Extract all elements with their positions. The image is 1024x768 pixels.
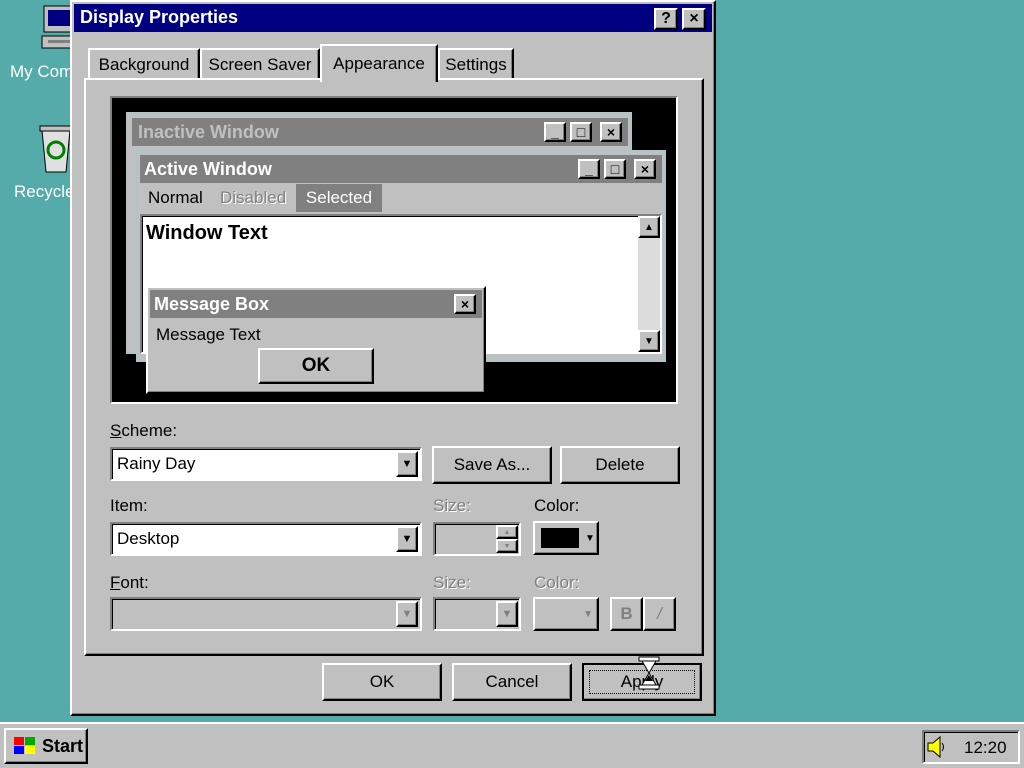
preview-scroll-down-icon: ▼ — [638, 330, 660, 352]
preview-inactive-title: Inactive Window — [138, 121, 279, 142]
taskbar-clock[interactable]: 12:20 — [964, 738, 1007, 758]
bold-button: B — [610, 597, 643, 631]
item-color-button[interactable]: ▼ — [533, 521, 599, 555]
item-color-label: Color: — [534, 496, 580, 515]
start-button[interactable]: Start — [4, 728, 88, 764]
preview-message-box-titlebar: Message Box — [150, 290, 482, 318]
item-label: Item: — [110, 496, 148, 515]
preview-message-box-title: Message Box — [154, 293, 270, 314]
help-button[interactable]: ? — [654, 8, 678, 30]
preview-menu-disabled: Disabled — [220, 188, 287, 207]
font-size-label: Size: — [433, 573, 471, 592]
item-value: Desktop — [117, 529, 180, 548]
delete-button[interactable]: Delete — [560, 446, 680, 484]
taskbar — [0, 722, 1024, 768]
tab-appearance[interactable]: Appearance — [320, 44, 438, 82]
preview-active-minimize-icon: _ — [578, 159, 600, 179]
font-select — [110, 597, 422, 631]
preview-message-ok-button: OK — [258, 348, 374, 384]
save-as-button[interactable]: Save As... — [432, 446, 552, 484]
font-color-label: Color: — [534, 573, 580, 592]
scheme-value: Rainy Day — [117, 454, 196, 473]
cancel-button[interactable]: Cancel — [452, 663, 572, 701]
font-label: Font: — [110, 573, 149, 592]
preview-window-text: Window Text — [146, 222, 268, 244]
font-size-dropdown-arrow-icon: ▼ — [496, 601, 518, 627]
tab-background[interactable]: Background — [88, 48, 200, 80]
item-dropdown-arrow-icon[interactable]: ▼ — [396, 526, 418, 552]
scheme-select[interactable]: Rainy Day — [110, 447, 422, 481]
item-select[interactable]: Desktop — [110, 522, 422, 556]
preview-message-box-close-icon: × — [454, 294, 476, 314]
item-size-down-icon: ▼ — [496, 539, 518, 553]
item-size-label: Size: — [433, 496, 471, 515]
dialog-title: Display Properties — [80, 7, 239, 27]
italic-button: / — [643, 597, 676, 631]
start-label: Start — [42, 735, 84, 756]
preview-inactive-maximize-icon: □ — [570, 122, 592, 142]
speaker-icon[interactable] — [926, 735, 948, 759]
scheme-dropdown-arrow-icon[interactable]: ▼ — [396, 451, 418, 477]
preview-active-maximize-icon: □ — [604, 159, 626, 179]
font-dropdown-arrow-icon: ▼ — [396, 601, 418, 627]
windows-logo-icon — [14, 737, 35, 754]
item-color-swatch — [541, 528, 579, 548]
preview-menu-selected: Selected — [296, 184, 382, 212]
hourglass-cursor-icon — [638, 656, 660, 690]
item-size-up-icon: ▲ — [496, 525, 518, 539]
ok-button[interactable]: OK — [322, 663, 442, 701]
preview-active-close-icon: × — [634, 159, 656, 179]
tab-screen-saver[interactable]: Screen Saver — [200, 48, 320, 80]
preview-inactive-minimize-icon: _ — [544, 122, 566, 142]
font-color-button: ▼ — [533, 597, 599, 631]
item-color-arrow-icon: ▼ — [585, 532, 595, 544]
preview-inactive-close-icon: × — [600, 122, 622, 142]
preview-menu-selected-label: Selected — [305, 188, 373, 207]
tab-settings[interactable]: Settings — [438, 48, 514, 80]
scheme-label: Scheme: — [110, 421, 178, 440]
preview-menu-normal: Normal — [148, 188, 203, 207]
preview-active-title: Active Window — [144, 158, 272, 179]
close-button[interactable]: × — [682, 8, 706, 30]
preview-message-text: Message Text — [156, 325, 261, 344]
preview-scroll-up-icon: ▲ — [638, 216, 660, 238]
